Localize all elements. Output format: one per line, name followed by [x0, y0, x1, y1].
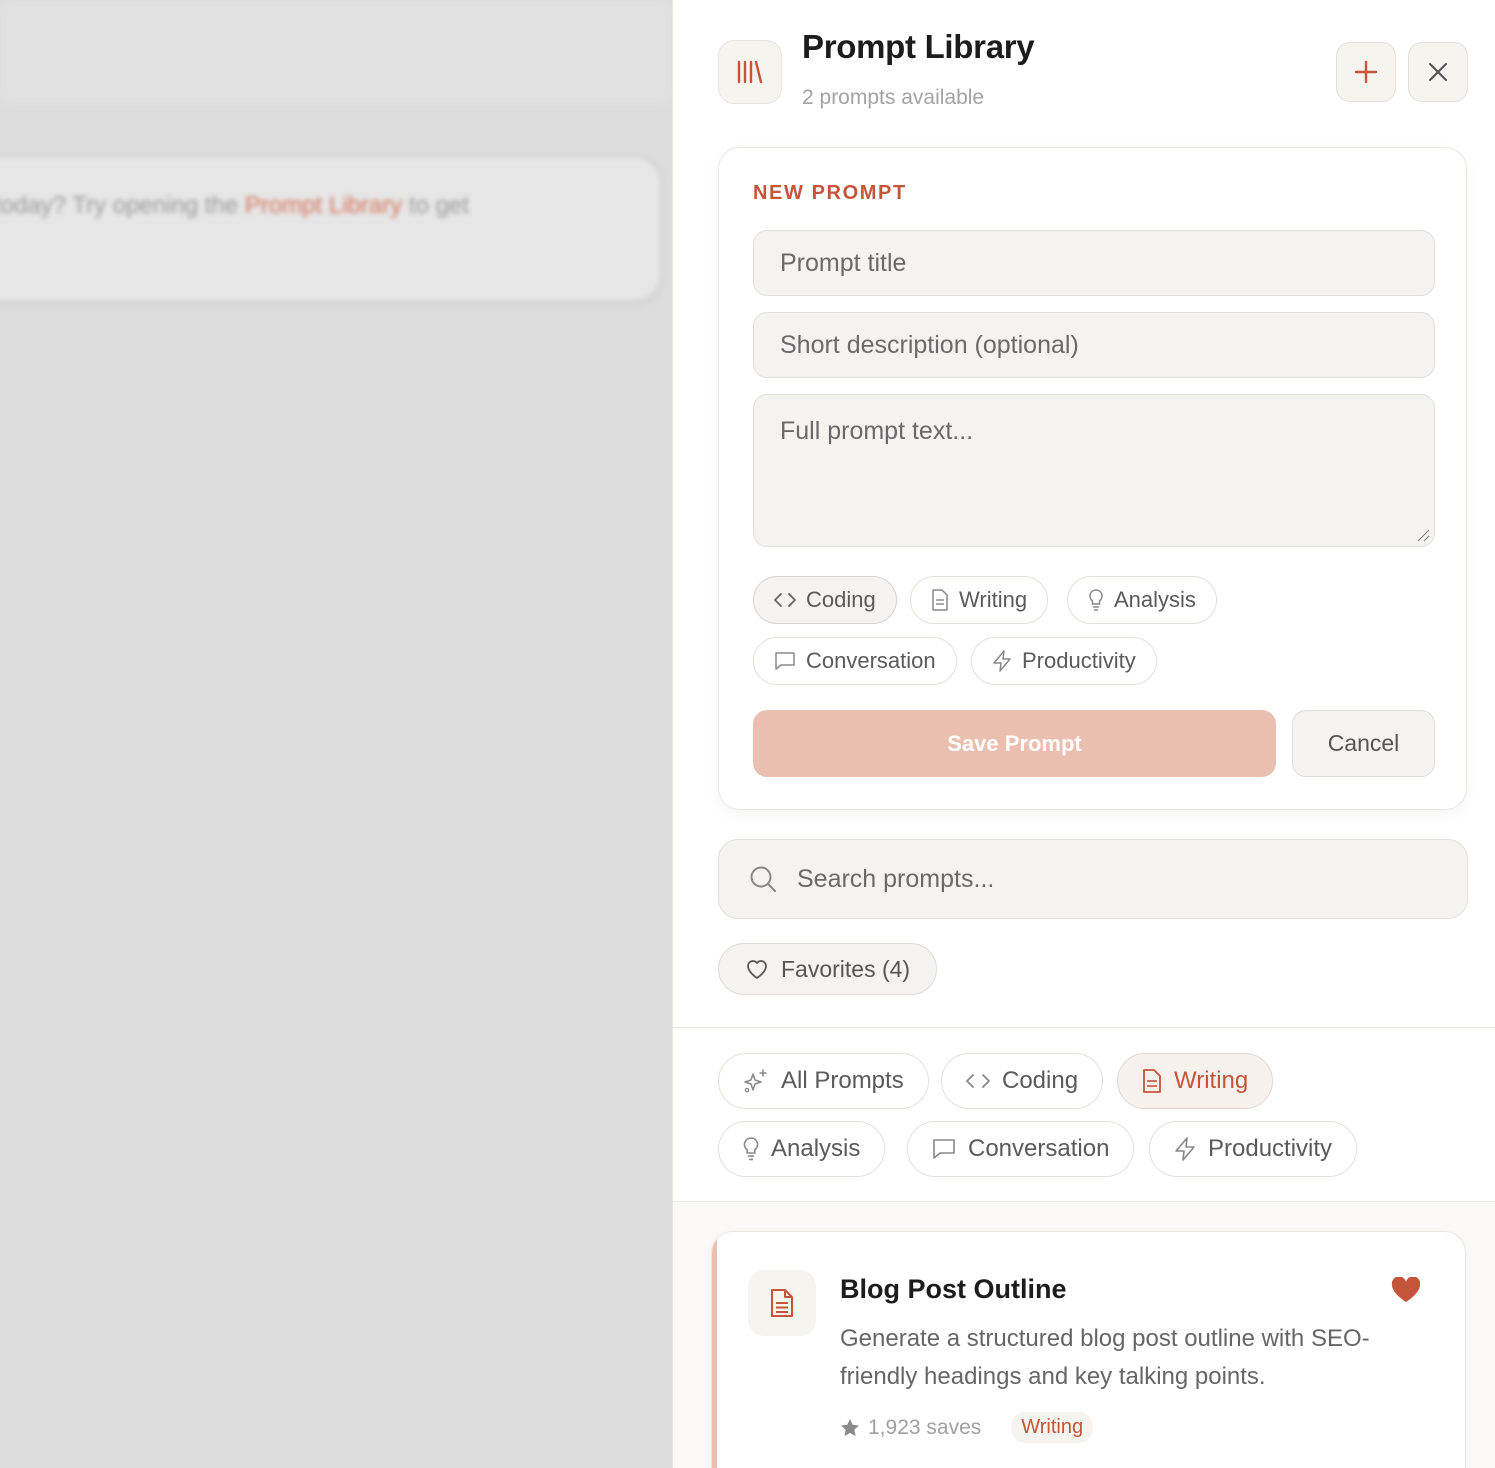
chat-icon: [933, 1139, 955, 1159]
prompt-card[interactable]: Blog Post Outline Generate a structured …: [711, 1231, 1466, 1468]
category-chip-conversation[interactable]: Conversation: [753, 637, 957, 685]
search-input[interactable]: Search prompts...: [718, 839, 1468, 919]
prompt-text-placeholder: Full prompt text...: [780, 417, 974, 445]
code-icon: [966, 1074, 990, 1088]
backdrop-overlay[interactable]: today? Try opening the Prompt Library to…: [0, 0, 672, 1468]
prompt-description-input[interactable]: Short description (optional): [753, 312, 1435, 378]
new-prompt-label: NEW PROMPT: [753, 182, 907, 204]
prompt-saves: 1,923 saves: [868, 1415, 982, 1439]
plus-icon: [1354, 60, 1378, 84]
save-prompt-button[interactable]: Save Prompt: [753, 710, 1276, 777]
prompt-meta: 1,923 saves Writing: [840, 1412, 1094, 1443]
category-chip-label: Writing: [959, 587, 1028, 612]
category-chip-label: Analysis: [1114, 587, 1196, 612]
prompt-library-panel: Prompt Library 2 prompts available NEW P…: [672, 0, 1495, 1468]
backdrop-text-part: today? Try opening the: [0, 192, 245, 219]
new-prompt-form: NEW PROMPT Prompt title Short descriptio…: [718, 147, 1467, 810]
document-icon: [932, 589, 948, 611]
panel-subtitle: 2 prompts available: [802, 86, 985, 109]
prompt-title-placeholder: Prompt title: [780, 248, 907, 277]
close-panel-button[interactable]: [1408, 42, 1468, 102]
heart-outline-icon: [747, 960, 767, 979]
filter-label: Analysis: [771, 1135, 861, 1162]
lightning-icon: [993, 650, 1011, 672]
prompt-category-icon: [748, 1270, 816, 1336]
category-chip-analysis[interactable]: Analysis: [1067, 576, 1217, 624]
category-chip-label: Coding: [806, 587, 876, 612]
backdrop-message-bubble: [0, 158, 660, 300]
backdrop-text-highlight: Prompt Library: [244, 192, 403, 219]
close-icon: [1428, 62, 1448, 82]
prompt-title-input[interactable]: Prompt title: [753, 230, 1435, 296]
sparkles-icon: [744, 1069, 767, 1093]
prompt-description: Generate a structured blog post outline …: [840, 1325, 1370, 1390]
backdrop-text-part: to get: [402, 192, 469, 219]
star-icon: [841, 1418, 859, 1436]
prompt-tag: Writing: [1011, 1412, 1094, 1443]
prompt-description-placeholder: Short description (optional): [780, 330, 1079, 359]
prompt-title: Blog Post Outline: [840, 1274, 1067, 1304]
filter-writing[interactable]: Writing: [1117, 1053, 1274, 1109]
code-icon: [774, 593, 796, 607]
filter-coding[interactable]: Coding: [941, 1053, 1104, 1109]
filter-label: Conversation: [968, 1135, 1110, 1162]
backdrop-header: [0, 0, 672, 104]
category-chip-productivity[interactable]: Productivity: [971, 637, 1157, 685]
backdrop-message-text: today? Try opening the Prompt Library to…: [0, 192, 469, 220]
category-chip-coding[interactable]: Coding: [753, 576, 897, 624]
category-chip-label: Productivity: [1022, 648, 1136, 673]
lightning-icon: [1175, 1137, 1195, 1161]
chat-icon: [775, 652, 795, 670]
prompt-text-textarea[interactable]: Full prompt text...: [753, 394, 1435, 547]
panel-title: Prompt Library: [802, 28, 1035, 65]
filter-productivity[interactable]: Productivity: [1149, 1121, 1358, 1177]
filter-label: Productivity: [1208, 1135, 1333, 1162]
filter-analysis[interactable]: Analysis: [718, 1121, 886, 1177]
filter-all-prompts[interactable]: All Prompts: [718, 1053, 929, 1109]
lightbulb-icon: [743, 1137, 759, 1161]
filter-label: All Prompts: [781, 1067, 904, 1094]
document-icon: [1143, 1069, 1161, 1093]
filter-label: Coding: [1002, 1067, 1079, 1094]
category-chip-label: Conversation: [806, 648, 936, 673]
favorites-filter-button[interactable]: Favorites (4): [718, 943, 938, 995]
favorites-label: Favorites (4): [781, 955, 911, 982]
prompt-card-accent: [712, 1232, 717, 1468]
cancel-button[interactable]: Cancel: [1292, 710, 1435, 777]
document-icon: [771, 1289, 793, 1317]
search-icon: [750, 866, 776, 892]
search-placeholder: Search prompts...: [797, 864, 995, 893]
resize-handle-icon[interactable]: [1416, 528, 1430, 542]
library-icon: [718, 40, 782, 104]
favorite-heart-icon[interactable]: [1391, 1277, 1421, 1303]
section-divider: [673, 1027, 1495, 1028]
add-prompt-button[interactable]: [1336, 42, 1396, 102]
category-chip-writing[interactable]: Writing: [910, 576, 1049, 624]
library-books-icon: [737, 60, 763, 84]
filter-conversation[interactable]: Conversation: [907, 1121, 1135, 1177]
filter-label: Writing: [1174, 1067, 1249, 1094]
lightbulb-icon: [1089, 589, 1103, 611]
